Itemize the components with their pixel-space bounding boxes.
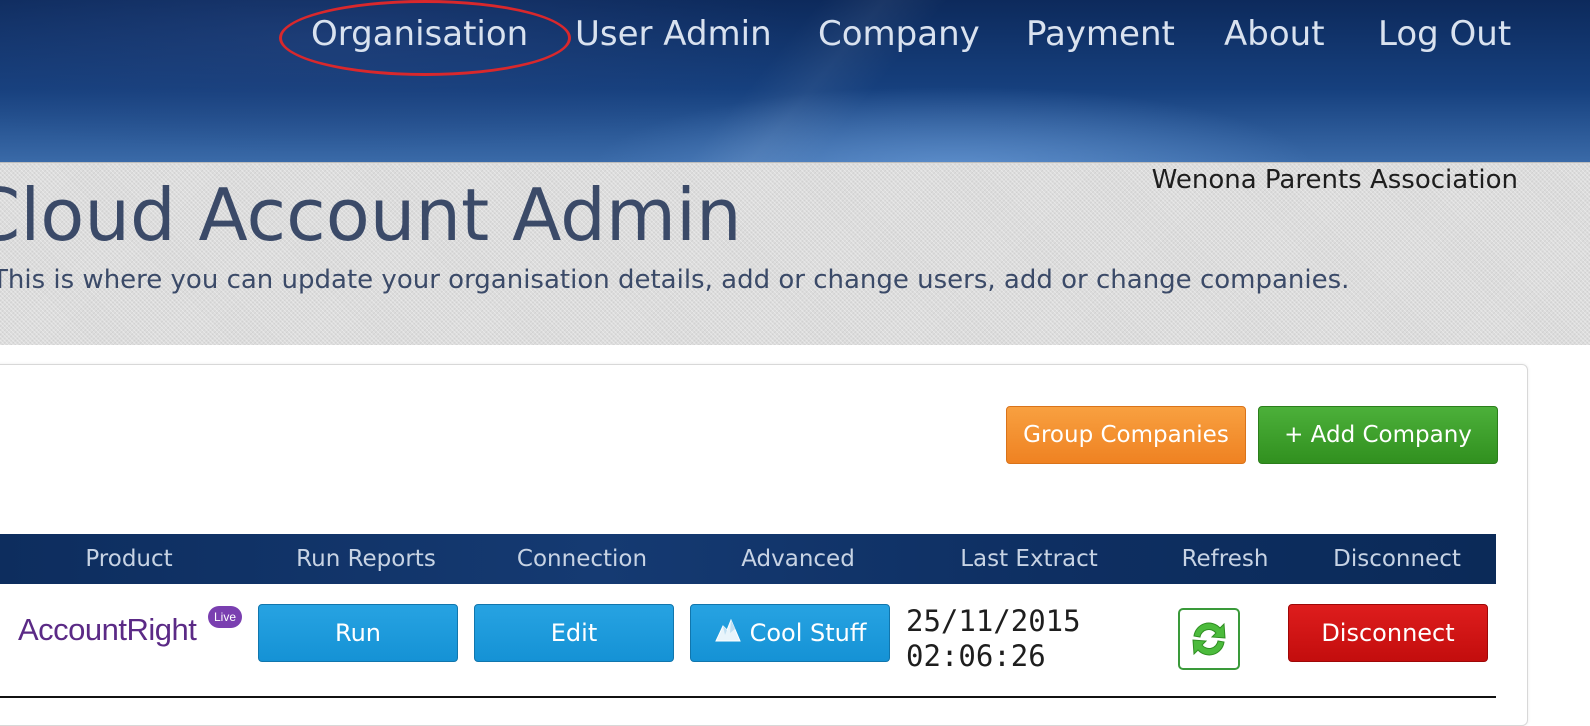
column-header-run-reports: Run Reports (296, 546, 436, 572)
last-extract-date: 25/11/2015 (906, 604, 1081, 638)
page-subtitle: This is where you can update your organi… (0, 265, 1350, 295)
accountright-live-logo: AccountRight Live (18, 606, 248, 656)
refresh-arrows-icon (1192, 622, 1226, 656)
nav-log-out[interactable]: Log Out (1378, 12, 1511, 56)
edit-connection-button[interactable]: Edit (474, 604, 674, 662)
nav-about[interactable]: About (1224, 12, 1325, 56)
title-band: Wenona Parents Association Cloud Account… (0, 162, 1590, 345)
iceberg-icon (714, 618, 741, 642)
last-extract-time: 02:06:26 (906, 639, 1046, 673)
run-reports-button[interactable]: Run (258, 604, 458, 662)
main-nav: Organisation User Admin Company Payment … (0, 12, 1590, 60)
organisation-name: Wenona Parents Association (1151, 165, 1518, 195)
group-companies-button[interactable]: Group Companies (1006, 406, 1246, 464)
column-header-connection: Connection (516, 546, 648, 572)
product-name-text: AccountRight (18, 612, 197, 647)
last-extract-value: 25/11/2015 02:06:26 (906, 604, 1081, 674)
refresh-button[interactable] (1178, 608, 1240, 670)
row-divider (0, 696, 1496, 698)
nav-payment[interactable]: Payment (1026, 12, 1175, 56)
product-live-badge: Live (208, 606, 242, 628)
nav-user-admin[interactable]: User Admin (575, 12, 772, 56)
highlight-annotation (279, 0, 571, 76)
nav-company[interactable]: Company (818, 12, 980, 56)
column-header-advanced: Advanced (741, 546, 855, 572)
advanced-button-label: Cool Stuff (749, 619, 867, 647)
add-company-button[interactable]: + Add Company (1258, 406, 1498, 464)
column-header-product: Product (85, 546, 173, 572)
product-name: AccountRight (18, 612, 197, 648)
table-header: Product Run Reports Connection Advanced … (0, 534, 1496, 584)
column-header-last-extract: Last Extract (960, 546, 1098, 572)
advanced-cool-stuff-button[interactable]: Cool Stuff (690, 604, 890, 662)
page-title: Cloud Account Admin (0, 173, 742, 257)
column-header-refresh: Refresh (1181, 546, 1269, 572)
column-header-disconnect: Disconnect (1333, 546, 1461, 572)
top-header: Organisation User Admin Company Payment … (0, 0, 1590, 162)
disconnect-button[interactable]: Disconnect (1288, 604, 1488, 662)
